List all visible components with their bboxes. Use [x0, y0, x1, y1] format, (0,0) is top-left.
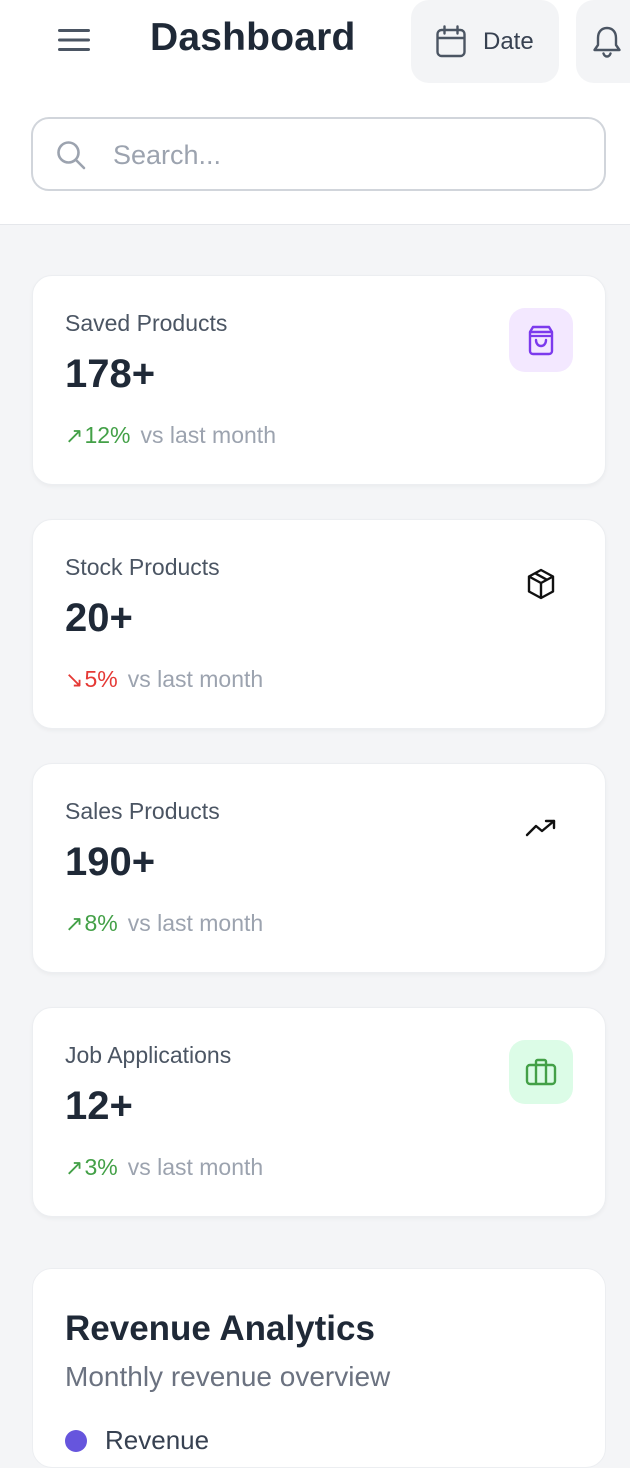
- stat-icon-badge: [509, 1040, 573, 1104]
- legend-dot-revenue: [65, 1429, 87, 1452]
- app-header: Dashboard Date: [0, 0, 630, 225]
- trend-down-arrow-icon: ↘: [65, 666, 84, 692]
- stat-trend: ↗ 12% vs last month: [65, 422, 276, 449]
- stat-icon-badge: [509, 796, 573, 860]
- menu-button[interactable]: [54, 20, 94, 60]
- trend-up-arrow-icon: ↗: [65, 1154, 84, 1180]
- trend-value: 12%: [84, 422, 131, 448]
- search-box: [31, 117, 606, 191]
- revenue-subtitle: Monthly revenue overview: [65, 1361, 391, 1392]
- stat-trend: ↗ 8% vs last month: [65, 910, 263, 937]
- trend-up-arrow-icon: ↗: [65, 422, 84, 448]
- revenue-analytics-card: Revenue Analytics Monthly revenue overvi…: [32, 1268, 606, 1468]
- trend-suffix: vs last month: [140, 422, 276, 448]
- stat-card-sales-products[interactable]: Sales Products 190+ ↗ 8% vs last month: [32, 763, 606, 973]
- page-title: Dashboard: [150, 16, 356, 59]
- stat-icon-badge: [509, 552, 573, 616]
- shopping-bag-icon: [528, 325, 554, 356]
- stat-trend: ↗ 3% vs last month: [65, 1154, 263, 1181]
- stat-title: Job Applications: [65, 1042, 232, 1068]
- trend-suffix: vs last month: [127, 910, 264, 936]
- calendar-icon: [436, 24, 466, 57]
- stat-trend: ↘ 5% vs last month: [65, 666, 263, 693]
- stat-card-saved-products[interactable]: Saved Products 178+ ↗ 12% vs last month: [32, 275, 606, 485]
- stat-value: 20+: [65, 596, 133, 640]
- trending-up-icon: [525, 819, 556, 837]
- trend-value: 3%: [84, 1154, 118, 1180]
- stat-title: Sales Products: [65, 798, 220, 824]
- stat-card-stock-products[interactable]: Stock Products 20+ ↘ 5% vs last month: [32, 519, 606, 729]
- stat-value: 190+: [65, 840, 156, 884]
- briefcase-icon: [525, 1058, 557, 1086]
- trend-value: 5%: [84, 666, 118, 692]
- stat-title: Stock Products: [65, 554, 220, 580]
- hamburger-menu-icon: [58, 29, 90, 51]
- bell-icon: [593, 26, 621, 58]
- revenue-title: Revenue Analytics: [65, 1309, 375, 1348]
- notifications-button[interactable]: [576, 0, 630, 83]
- search-input[interactable]: [113, 133, 583, 177]
- legend-label-revenue[interactable]: Revenue: [105, 1425, 209, 1456]
- chart-legend: Revenue: [65, 1425, 209, 1456]
- trend-suffix: vs last month: [127, 666, 264, 692]
- trend-up-arrow-icon: ↗: [65, 910, 84, 936]
- stat-icon-badge: [509, 308, 573, 372]
- date-picker-button[interactable]: Date: [411, 0, 559, 83]
- stat-title: Saved Products: [65, 310, 228, 336]
- search-icon: [57, 141, 86, 170]
- date-label: Date: [483, 27, 534, 55]
- stat-card-job-applications[interactable]: Job Applications 12+ ↗ 3% vs last month: [32, 1007, 606, 1217]
- trend-value: 8%: [84, 910, 118, 936]
- trend-suffix: vs last month: [127, 1154, 264, 1180]
- package-icon: [527, 568, 555, 600]
- stat-value: 12+: [65, 1084, 133, 1128]
- stat-value: 178+: [65, 352, 156, 396]
